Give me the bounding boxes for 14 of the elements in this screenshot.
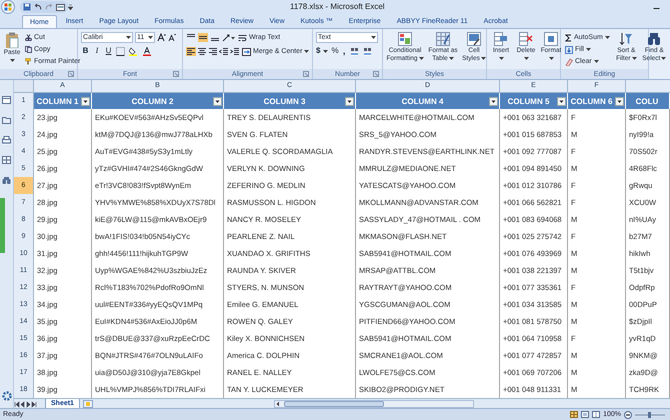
percent-button[interactable]: % (331, 46, 339, 56)
column-heading: COLUMN 4 (400, 98, 444, 106)
italic-button[interactable]: I (93, 46, 101, 56)
column-heading: COLUMN 2 (130, 98, 174, 106)
column-heading: COLUMN 5 (506, 98, 550, 106)
underline-button[interactable]: U (104, 46, 113, 56)
column-heading: COLUMN 1 (36, 98, 80, 106)
bold-button[interactable]: B (81, 46, 90, 56)
column-heading: COLUMN 6 (570, 98, 614, 106)
window-title: 1178.xlsx - Microsoft Excel (290, 3, 385, 11)
comma-button[interactable]: , (342, 46, 347, 56)
currency-button[interactable]: $ (316, 46, 320, 56)
column-heading: COLU (634, 98, 660, 106)
column-heading: COLUMN 3 (262, 98, 306, 106)
